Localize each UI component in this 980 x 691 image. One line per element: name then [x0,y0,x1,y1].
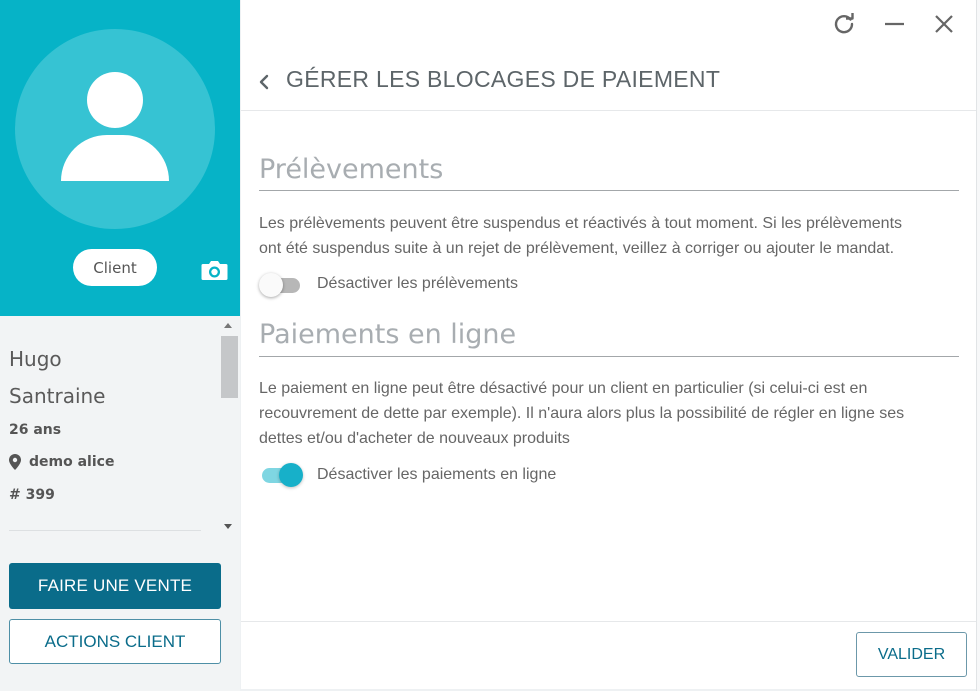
description-line: Les prélèvements peuvent être suspendus … [259,215,903,232]
description-line: dettes et/ou d'acheter de nouveaux produ… [259,430,570,447]
client-sidebar: Client Hugo Santraine 26 ans demo alice … [0,0,240,691]
toggle-knob [279,463,303,487]
close-icon[interactable] [933,13,955,35]
toggle-disable-online-payments[interactable] [259,462,303,488]
payment-blocks-dialog: GÉRER LES BLOCAGES DE PAIEMENT Prélèveme… [241,0,976,689]
client-badge: Client [73,249,157,286]
minimize-icon[interactable] [884,13,906,35]
scrollbar-thumb[interactable] [221,336,238,398]
footer-divider [241,621,976,622]
camera-icon[interactable] [201,259,228,281]
section-divider [259,190,959,191]
client-number: # 399 [9,487,55,503]
client-last-name: Santraine [9,384,106,408]
avatar[interactable] [15,29,215,229]
client-header: Client [0,0,240,316]
toggle-label-direct-debits: Désactiver les prélèvements [317,275,518,292]
dialog-title: GÉRER LES BLOCAGES DE PAIEMENT [286,66,721,92]
client-location: demo alice [9,454,114,470]
description-line: ont été suspendus suite à un rejet de pr… [259,240,895,257]
make-sale-button[interactable]: FAIRE UNE VENTE [9,563,221,609]
validate-button[interactable]: VALIDER [856,632,967,677]
back-chevron-icon[interactable] [258,73,270,91]
location-pin-icon [9,454,21,470]
client-age: 26 ans [9,422,62,438]
toggle-knob [259,273,283,297]
info-divider [9,530,201,531]
description-line: Le paiement en ligne peut être désactivé… [259,380,868,397]
client-location-text: demo alice [29,454,115,470]
client-first-name: Hugo [9,347,62,371]
description-line: recouvrement de dette par exemple). Il n… [259,405,905,422]
header-divider [241,110,976,111]
section-description: Les prélèvements peuvent être suspendus … [259,211,959,261]
client-info: Hugo Santraine 26 ans demo alice # 399 [0,316,240,540]
toggle-label-online-payments: Désactiver les paiements en ligne [317,466,557,483]
refresh-icon[interactable] [833,13,855,35]
scroll-up-arrow-icon[interactable] [224,323,232,328]
section-description: Le paiement en ligne peut être désactivé… [259,376,959,451]
client-actions-button[interactable]: ACTIONS CLIENT [9,619,221,664]
section-title-direct-debits: Prélèvements [259,154,444,185]
scroll-down-arrow-icon[interactable] [224,524,232,529]
user-icon [87,72,143,128]
section-title-online-payments: Paiements en ligne [259,319,517,350]
section-divider [259,356,959,357]
toggle-disable-direct-debits[interactable] [259,272,303,298]
background-window-edge [976,0,980,691]
